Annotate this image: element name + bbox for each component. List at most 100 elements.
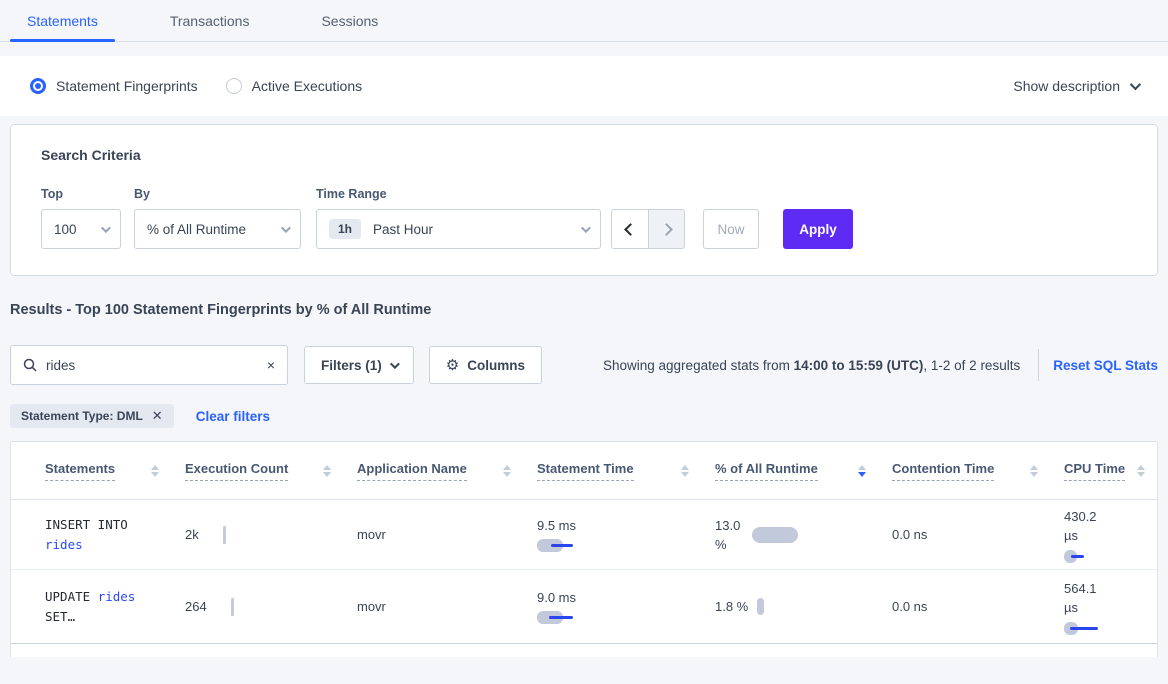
time-range-select[interactable]: 1h Past Hour [316, 209, 601, 249]
radio-active-executions[interactable]: Active Executions [226, 78, 363, 94]
reset-sql-stats-link[interactable]: Reset SQL Stats [1053, 358, 1158, 373]
cpu-time-bar [1064, 550, 1114, 563]
radio-label: Statement Fingerprints [56, 78, 198, 94]
search-input[interactable] [46, 358, 267, 373]
results-toolbar: × Filters (1) ⚙ Columns Showing aggregat… [10, 345, 1158, 385]
search-criteria-form: Top 100 By % of All Runtime Time Range 1… [31, 187, 1137, 249]
table-row[interactable]: INSERT INTO rides 2k movr 9.5 ms 13.0 % … [11, 500, 1157, 570]
statement-time-cell: 9.5 ms [537, 518, 715, 552]
top-label: Top [41, 187, 121, 201]
chevron-down-icon [390, 359, 400, 369]
time-range-next-button[interactable] [648, 210, 684, 248]
cpu-time-cell: 430.2 µs [1064, 507, 1157, 563]
statement-time-cell: 9.0 ms [537, 590, 715, 624]
clear-filters-link[interactable]: Clear filters [196, 409, 270, 424]
sql-activity-tabbar: Statements Transactions Sessions [0, 0, 1168, 42]
statement-time-bar [537, 611, 587, 624]
cpu-time-cell: 564.1 µs [1064, 579, 1157, 635]
show-description-label: Show description [1013, 78, 1120, 94]
application-name-cell: movr [357, 527, 537, 542]
chevron-left-icon [624, 223, 637, 236]
divider [1038, 349, 1039, 381]
col-header-execution-count[interactable]: Execution Count [185, 461, 357, 481]
cpu-time-bar [1064, 622, 1114, 635]
search-criteria-title: Search Criteria [31, 147, 1137, 163]
sort-icon[interactable] [503, 465, 511, 477]
sort-icon-active[interactable] [858, 465, 866, 477]
contention-time-cell: 0.0 ns [892, 527, 1064, 542]
filter-chip-statement-type[interactable]: Statement Type: DML ✕ [10, 404, 174, 428]
radio-unselected-icon [226, 78, 242, 94]
table-row[interactable]: UPDATE rides SET… 264 movr 9.0 ms 1.8 % … [11, 570, 1157, 644]
now-button[interactable]: Now [703, 209, 759, 249]
by-select[interactable]: % of All Runtime [134, 209, 301, 249]
statement-time-bar [537, 539, 587, 552]
apply-button[interactable]: Apply [783, 209, 853, 249]
radio-statement-fingerprints[interactable]: Statement Fingerprints [30, 78, 198, 94]
time-range-label: Time Range [316, 187, 601, 201]
columns-button[interactable]: ⚙ Columns [429, 346, 542, 384]
time-range-badge: 1h [329, 219, 361, 239]
clear-search-icon[interactable]: × [267, 357, 275, 373]
col-header-statements[interactable]: Statements [45, 461, 185, 481]
view-mode-bar: Statement Fingerprints Active Executions… [0, 56, 1168, 116]
chevron-down-icon [1130, 79, 1141, 90]
table-footer-spacer [11, 644, 1157, 657]
sort-icon[interactable] [1137, 465, 1145, 477]
by-label: By [134, 187, 301, 201]
pct-runtime-cell: 1.8 % [715, 598, 892, 615]
search-criteria-card: Search Criteria Top 100 By % of All Runt… [10, 124, 1158, 276]
col-header-cpu-time[interactable]: CPU Time [1064, 461, 1157, 481]
sort-icon[interactable] [323, 465, 331, 477]
statement-cell: UPDATE rides SET… [45, 587, 185, 627]
statements-table: Statements Execution Count Application N… [10, 441, 1158, 657]
statement-search-box: × [10, 345, 288, 385]
view-mode-radio-group: Statement Fingerprints Active Executions [30, 78, 362, 94]
execution-count-bar [231, 598, 234, 616]
sort-icon[interactable] [151, 465, 159, 477]
chevron-down-icon [101, 223, 111, 233]
execution-count-cell: 264 [185, 598, 357, 616]
col-header-pct-of-all-runtime[interactable]: % of All Runtime [715, 461, 892, 481]
stats-summary: Showing aggregated stats from 14:00 to 1… [603, 358, 1020, 373]
sort-icon[interactable] [681, 465, 689, 477]
top-select-value: 100 [54, 222, 77, 237]
execution-count-cell: 2k [185, 526, 357, 544]
filter-chip-label: Statement Type: DML [21, 409, 143, 423]
tab-statements[interactable]: Statements [10, 0, 115, 41]
show-description-toggle[interactable]: Show description [1013, 78, 1138, 94]
filters-label: Filters (1) [321, 358, 382, 373]
by-select-value: % of All Runtime [147, 222, 246, 237]
chevron-down-icon [581, 223, 591, 233]
statement-fingerprint-link[interactable]: rides [45, 537, 83, 552]
time-range-value: Past Hour [373, 222, 433, 237]
pct-runtime-bar [757, 598, 764, 615]
tab-transactions[interactable]: Transactions [153, 0, 267, 41]
applied-filters-row: Statement Type: DML ✕ Clear filters [10, 404, 1168, 428]
pct-runtime-bar [752, 527, 798, 543]
time-range-arrows [611, 209, 685, 249]
col-header-statement-time[interactable]: Statement Time [537, 461, 715, 481]
statement-fingerprint-link[interactable]: rides [98, 589, 136, 604]
table-header-row: Statements Execution Count Application N… [11, 442, 1157, 500]
col-header-contention-time[interactable]: Contention Time [892, 461, 1064, 481]
results-heading: Results - Top 100 Statement Fingerprints… [10, 302, 1168, 318]
stats-time-range: 14:00 to 15:59 (UTC) [794, 358, 924, 373]
top-select[interactable]: 100 [41, 209, 121, 249]
filters-button[interactable]: Filters (1) [304, 346, 414, 384]
contention-time-cell: 0.0 ns [892, 599, 1064, 614]
chevron-right-icon [660, 223, 673, 236]
radio-selected-icon [30, 78, 46, 94]
sort-icon[interactable] [1030, 465, 1038, 477]
remove-filter-icon[interactable]: ✕ [152, 408, 163, 424]
tab-sessions[interactable]: Sessions [304, 0, 395, 41]
execution-count-bar [223, 526, 226, 544]
time-range-prev-button[interactable] [612, 210, 648, 248]
chevron-down-icon [281, 223, 291, 233]
columns-label: Columns [467, 358, 525, 373]
gear-icon: ⚙ [446, 356, 459, 374]
application-name-cell: movr [357, 599, 537, 614]
pct-runtime-cell: 13.0 % [715, 516, 892, 554]
col-header-application-name[interactable]: Application Name [357, 461, 537, 481]
radio-label: Active Executions [252, 78, 363, 94]
